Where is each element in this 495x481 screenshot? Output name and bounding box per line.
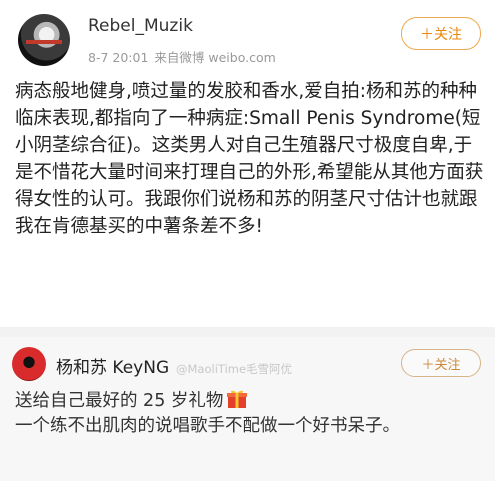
comment-line: 一个练不出肌肉的说唱歌手不配做一个好书呆子。 <box>15 416 400 436</box>
watermark: @MaoliTime毛雪阿优 <box>176 362 293 376</box>
post-meta: 8-7 20:01 来自微博 weibo.com <box>88 47 282 66</box>
comment-line: 送给自己最好的 25 岁礼物 <box>15 389 485 414</box>
comment-line-text: 送给自己最好的 25 岁礼物 <box>15 391 224 411</box>
author-name[interactable]: Rebel_Muzik <box>88 16 193 36</box>
post-date: 8-7 20:01 <box>88 50 149 65</box>
comment-card: 杨和苏 KeyNG @MaoliTime毛雪阿优 ＋关注 送给自己最好的 25 … <box>0 337 495 481</box>
gift-icon <box>227 390 248 408</box>
commenter-avatar[interactable] <box>12 347 46 381</box>
post-text: 病态般地健身,喷过量的发胶和香水,爱自拍:杨和苏的种种临床表现,都指向了一种病症… <box>15 81 484 237</box>
post-source: 来自微博 weibo.com <box>154 50 276 65</box>
weibo-post: Rebel_Muzik 8-7 20:01 来自微博 weibo.com ＋关注 … <box>0 0 495 327</box>
separator <box>0 327 495 337</box>
comment-text: 送给自己最好的 25 岁礼物 一个练不出肌肉的说唱歌手不配做一个好书呆子。 <box>15 389 485 439</box>
author-avatar[interactable] <box>18 14 70 66</box>
follow-button[interactable]: ＋关注 <box>401 17 481 50</box>
follow-button-commenter[interactable]: ＋关注 <box>401 349 481 377</box>
commenter-name[interactable]: 杨和苏 KeyNG <box>56 353 169 378</box>
